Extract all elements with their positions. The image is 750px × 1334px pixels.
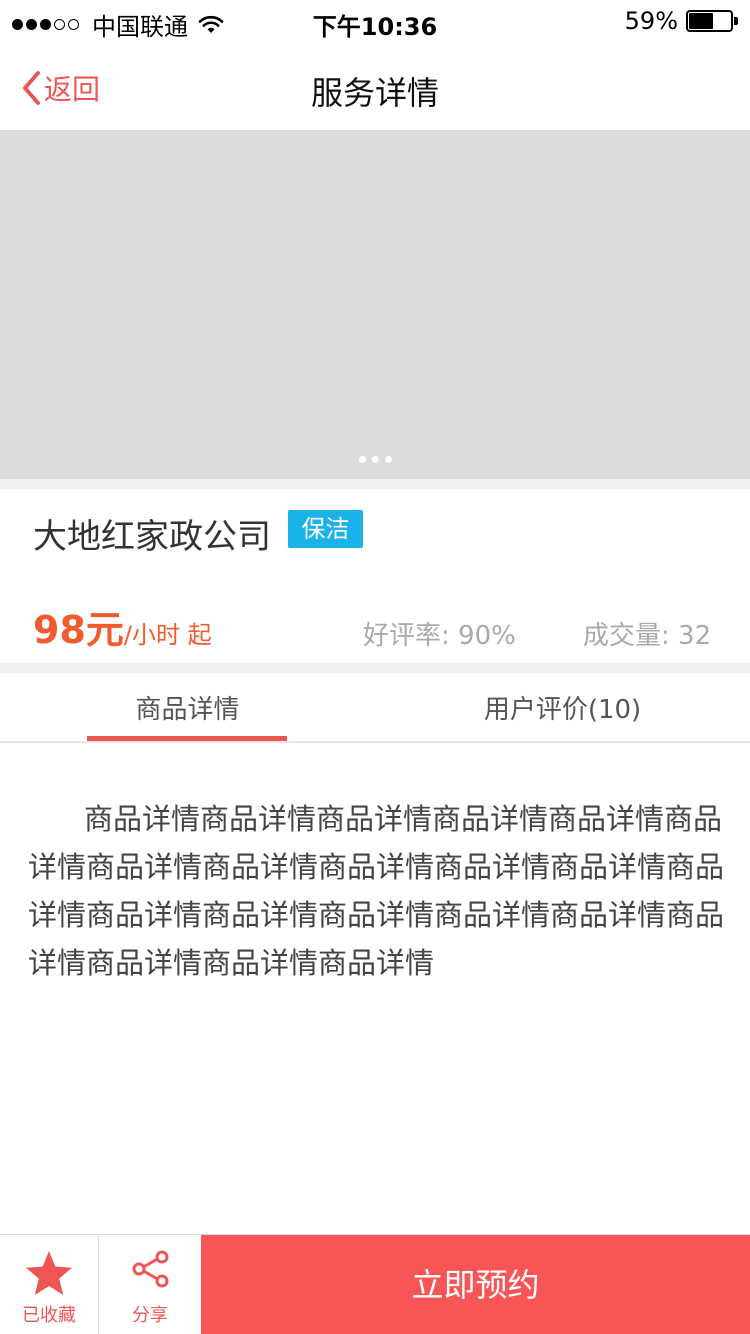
pager-dot [384, 456, 392, 463]
share-icon [132, 1250, 169, 1288]
tab-bar: 商品详情 用户评价(10) [0, 673, 750, 743]
detail-content: 商品详情商品详情商品详情商品详情商品详情商品详情商品详情商品详情商品详情商品详情… [0, 743, 750, 1235]
active-tab-indicator [87, 736, 287, 741]
tab-user-reviews[interactable]: 用户评价(10) [375, 689, 750, 726]
battery-icon [686, 10, 738, 32]
deals-stat: 成交量: 32 [583, 621, 712, 651]
pager-dot [358, 456, 366, 463]
carousel-pager [0, 456, 750, 463]
navigation-bar: 返回 服务详情 [0, 40, 750, 130]
status-right: 59% [625, 7, 738, 35]
page-title: 服务详情 [310, 74, 439, 112]
rating-stat: 好评率: 90% [363, 621, 516, 651]
share-label: 分享 [132, 1305, 168, 1326]
product-detail-text: 商品详情商品详情商品详情商品详情商品详情商品详情商品详情商品详情商品详情商品详情… [28, 802, 725, 980]
share-button[interactable]: 分享 [99, 1235, 201, 1334]
bottom-action-bar: 已收藏 分享 立即预约 [0, 1234, 750, 1334]
pager-dot [371, 456, 379, 463]
image-carousel[interactable] [0, 130, 750, 479]
favorite-label: 已收藏 [22, 1305, 76, 1326]
price: 98元/小时 起 [33, 599, 212, 654]
company-name: 大地红家政公司 [33, 517, 271, 557]
battery-percent: 59% [624, 7, 678, 35]
status-bar: 中国联通 下午10:36 59% [0, 0, 750, 41]
service-info-card: 大地红家政公司 保洁 98元/小时 起 好评率: 90% 成交量: 32 [0, 489, 750, 663]
star-icon [26, 1251, 72, 1295]
price-unit: /小时 起 [123, 621, 212, 649]
book-now-button[interactable]: 立即预约 [201, 1235, 750, 1334]
price-value: 98元 [33, 608, 124, 652]
category-tag: 保洁 [288, 510, 363, 548]
favorite-button[interactable]: 已收藏 [0, 1235, 99, 1334]
tab-product-detail[interactable]: 商品详情 [0, 689, 375, 726]
